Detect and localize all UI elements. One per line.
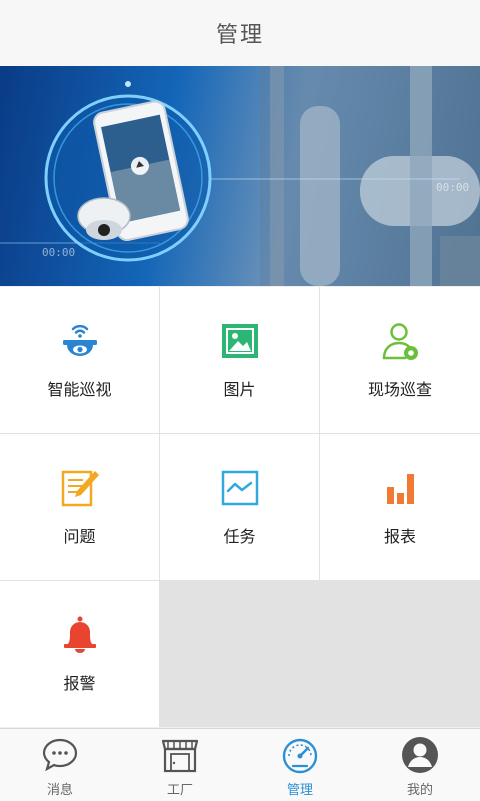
banner-time-left: 00:00	[42, 246, 76, 259]
menu-item-issues[interactable]: 问题	[0, 434, 159, 580]
menu-item-smart-patrol[interactable]: 智能巡视	[0, 287, 159, 433]
page-title: 管理	[215, 23, 264, 48]
alarm-bell-icon	[59, 614, 101, 656]
top-bar: 管理	[0, 0, 480, 67]
speedometer-icon	[280, 735, 320, 775]
picture-icon	[219, 320, 261, 362]
chat-bubble-icon	[40, 735, 80, 775]
note-pencil-icon	[59, 467, 101, 509]
menu-item-label: 现场巡查	[367, 380, 432, 399]
menu-item-label: 智能巡视	[47, 380, 112, 399]
menu-item-site-inspection[interactable]: 现场巡查	[320, 287, 480, 433]
banner-time-right: 00:00	[436, 181, 470, 194]
menu-item-reports[interactable]: 报表	[320, 434, 480, 580]
menu-item-label: 报警	[63, 674, 96, 693]
menu-item-alarms[interactable]: 报警	[0, 581, 159, 727]
menu-item-pictures[interactable]: 图片	[160, 287, 319, 433]
tab-mine[interactable]: 我的	[360, 729, 480, 801]
banner-image[interactable]: 00:00 00:00	[0, 66, 480, 286]
tab-factory[interactable]: 工厂	[120, 729, 240, 801]
tab-label: 管理	[286, 783, 313, 798]
tab-label: 工厂	[166, 783, 193, 798]
menu-item-label: 问题	[63, 527, 96, 546]
inspector-icon	[379, 320, 421, 362]
menu-item-tasks[interactable]: 任务	[160, 434, 319, 580]
menu-grid: 智能巡视 图片 现场巡查 问题 任务 报表 报警	[0, 287, 480, 727]
bar-chart-icon	[379, 467, 421, 509]
tab-messages[interactable]: 消息	[0, 729, 120, 801]
bottom-tab-bar: 消息 工厂 管理 我的	[0, 728, 480, 801]
factory-store-icon	[160, 735, 200, 775]
tab-label: 消息	[46, 783, 73, 798]
camera-wifi-icon	[59, 320, 101, 362]
tab-label: 我的	[406, 783, 433, 798]
task-chart-icon	[219, 467, 261, 509]
user-avatar-icon	[400, 735, 440, 775]
menu-item-label: 报表	[383, 527, 416, 546]
tab-management[interactable]: 管理	[240, 729, 360, 801]
menu-item-label: 任务	[223, 527, 256, 546]
menu-item-label: 图片	[223, 380, 256, 399]
